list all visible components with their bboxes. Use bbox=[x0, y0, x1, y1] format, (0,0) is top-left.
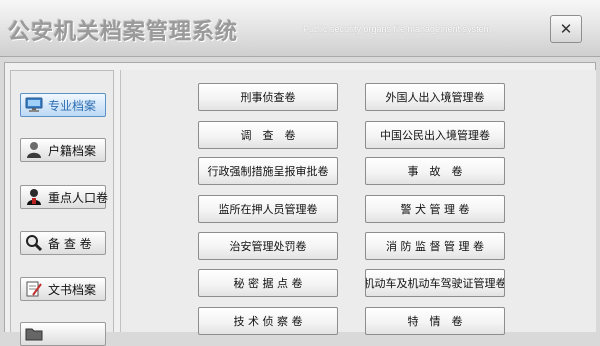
title-bar: 公安机关档案管理系统 Public security organs file m… bbox=[0, 0, 600, 57]
category-panel: 刑事侦查卷 调 查 卷 行政强制措施呈报审批卷 监所在押人员管理卷 治安管理处罚… bbox=[120, 70, 596, 335]
sidebar-item-label: 文书档案 bbox=[48, 282, 97, 297]
vehicle-license-button[interactable]: 机动车及机动车驾驶证管理卷 bbox=[365, 269, 505, 297]
secret-stronghold-button[interactable]: 秘 密 据 点 卷 bbox=[198, 269, 338, 297]
citizen-entry-exit-button[interactable]: 中国公民出入境管理卷 bbox=[365, 121, 505, 149]
foreigner-entry-exit-button[interactable]: 外国人出入境管理卷 bbox=[365, 83, 505, 111]
key-person-icon bbox=[25, 188, 43, 206]
folder-icon bbox=[25, 325, 43, 343]
sidebar: 专业档案 户籍档案 重点人口卷 备 查 卷 文书档案 bbox=[10, 70, 114, 346]
sidebar-item-label: 专业档案 bbox=[48, 98, 97, 113]
app-subtitle: Public security organs file management s… bbox=[303, 24, 492, 34]
public-order-penalty-button[interactable]: 治安管理处罚卷 bbox=[198, 232, 338, 260]
sidebar-item-household-files[interactable]: 户籍档案 bbox=[20, 138, 106, 162]
sidebar-item-label: 备 查 卷 bbox=[48, 236, 92, 251]
sidebar-item-label: 户籍档案 bbox=[48, 143, 97, 158]
detainee-management-button[interactable]: 监所在押人员管理卷 bbox=[198, 195, 338, 223]
app-title: 公安机关档案管理系统 bbox=[8, 19, 239, 45]
sidebar-item-label: 重点人口卷 bbox=[48, 190, 109, 205]
magnifier-icon bbox=[25, 234, 43, 252]
administrative-coercion-button[interactable]: 行政强制措施呈报审批卷 bbox=[198, 157, 338, 185]
fire-supervision-button[interactable]: 消 防 监 督 管 理 卷 bbox=[365, 232, 505, 260]
sidebar-item-key-population[interactable]: 重点人口卷 bbox=[20, 185, 109, 209]
criminal-investigation-button[interactable]: 刑事侦查卷 bbox=[198, 83, 338, 111]
investigation-button[interactable]: 调 查 卷 bbox=[198, 121, 338, 149]
sidebar-item-more[interactable] bbox=[20, 322, 106, 346]
monitor-icon bbox=[25, 96, 43, 114]
close-icon: ✕ bbox=[559, 19, 573, 38]
sidebar-item-professional-files[interactable]: 专业档案 bbox=[20, 93, 106, 117]
accident-button[interactable]: 事 故 卷 bbox=[365, 157, 505, 185]
special-informant-button[interactable]: 特 情 卷 bbox=[365, 307, 505, 335]
close-button[interactable]: ✕ bbox=[550, 15, 582, 43]
person-icon bbox=[25, 141, 43, 159]
sidebar-item-document-files[interactable]: 文书档案 bbox=[20, 277, 106, 301]
police-dog-management-button[interactable]: 警 犬 管 理 卷 bbox=[365, 195, 505, 223]
sidebar-item-reference-files[interactable]: 备 查 卷 bbox=[20, 231, 106, 255]
technical-reconnaissance-button[interactable]: 技 术 侦 察 卷 bbox=[198, 307, 338, 335]
document-pen-icon bbox=[25, 280, 43, 298]
